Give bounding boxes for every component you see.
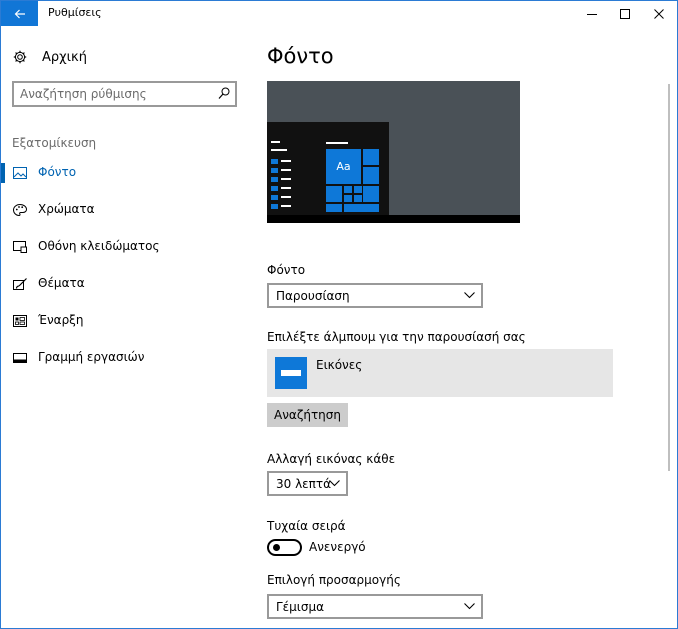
section-label: Εξατομίκευση bbox=[12, 136, 97, 150]
interval-dropdown[interactable]: 30 λεπτά bbox=[267, 471, 348, 496]
preview-menu-line bbox=[281, 178, 291, 180]
preview-menu-line bbox=[271, 195, 278, 200]
preview-tile bbox=[363, 149, 379, 165]
shuffle-state-label: Ανενεργό bbox=[309, 540, 366, 554]
fit-value: Γέμισμα bbox=[276, 600, 325, 614]
sidebar-item-label: Θέματα bbox=[38, 276, 85, 290]
toggle-knob bbox=[273, 544, 280, 551]
sidebar-item-lock-screen[interactable]: Οθόνη κλειδώματος bbox=[1, 230, 246, 264]
preview-menu-line bbox=[281, 205, 291, 207]
preview-menu-line bbox=[271, 141, 280, 143]
preview-menu-line bbox=[271, 168, 278, 173]
sidebar-item-label: Χρώματα bbox=[38, 202, 95, 216]
preview-menu-line bbox=[281, 160, 291, 162]
home-link[interactable]: Αρχική bbox=[13, 47, 87, 67]
lock-screen-icon bbox=[13, 241, 27, 253]
album-label: Επιλέξτε άλμπουμ για την παρουσίασή σας bbox=[267, 330, 526, 344]
sidebar-item-label: Γραμμή εργασιών bbox=[38, 350, 145, 364]
home-label: Αρχική bbox=[42, 49, 87, 65]
folder-icon bbox=[275, 357, 307, 389]
background-dropdown[interactable]: Παρουσίαση bbox=[267, 283, 483, 308]
chevron-down-icon bbox=[464, 292, 475, 299]
taskbar-icon bbox=[13, 353, 27, 363]
preview-tile bbox=[344, 204, 379, 212]
sidebar-item-themes[interactable]: Θέματα bbox=[1, 267, 246, 301]
search-box[interactable] bbox=[12, 81, 237, 107]
preview-tile bbox=[326, 186, 342, 202]
title-bar: Ρυθμίσεις bbox=[1, 1, 677, 26]
fit-label: Επιλογή προσαρμογής bbox=[267, 573, 401, 587]
maximize-button[interactable] bbox=[608, 1, 641, 26]
album-item[interactable]: Εικόνες bbox=[267, 349, 613, 397]
scrollbar[interactable] bbox=[668, 84, 670, 471]
chevron-down-icon bbox=[464, 603, 475, 610]
shuffle-label: Τυχαία σειρά bbox=[267, 519, 346, 533]
interval-value: 30 λεπτά bbox=[276, 477, 332, 491]
minimize-button[interactable] bbox=[575, 1, 608, 26]
palette-icon bbox=[13, 204, 27, 216]
preview-tile bbox=[326, 204, 342, 212]
picture-icon bbox=[13, 167, 27, 179]
sidebar-item-label: Οθόνη κλειδώματος bbox=[38, 239, 160, 253]
page-title: Φόντο bbox=[267, 44, 334, 68]
sidebar-item-start[interactable]: Έναρξη bbox=[1, 304, 246, 338]
sidebar-item-colors[interactable]: Χρώματα bbox=[1, 193, 246, 227]
interval-label: Αλλαγή εικόνας κάθε bbox=[267, 452, 396, 466]
preview-menu-line bbox=[271, 149, 287, 151]
main-content: Φόντο Aa Φόντο Παρουσίαση Επιλέξτε άλμπο… bbox=[246, 26, 666, 628]
background-preview: Aa bbox=[267, 81, 520, 223]
preview-tile bbox=[354, 195, 362, 202]
preview-tile bbox=[363, 186, 379, 202]
minimize-icon bbox=[586, 13, 597, 15]
preview-tile bbox=[354, 186, 362, 193]
window-title: Ρυθμίσεις bbox=[48, 6, 102, 19]
preview-tile bbox=[363, 167, 379, 184]
start-tiles-icon bbox=[13, 315, 27, 327]
chevron-down-icon bbox=[329, 480, 340, 487]
search-icon[interactable] bbox=[218, 87, 230, 100]
sidebar-item-background[interactable]: Φόντο bbox=[1, 156, 246, 190]
shuffle-toggle[interactable] bbox=[267, 539, 302, 556]
close-button[interactable] bbox=[642, 1, 675, 26]
album-name: Εικόνες bbox=[316, 358, 363, 372]
gear-icon bbox=[13, 50, 27, 64]
brush-icon bbox=[13, 278, 27, 290]
preview-tile-aa: Aa bbox=[326, 149, 361, 184]
close-icon bbox=[653, 8, 664, 19]
preview-tile bbox=[344, 186, 352, 193]
fit-dropdown[interactable]: Γέμισμα bbox=[267, 594, 483, 619]
preview-menu-line bbox=[271, 159, 278, 164]
search-input[interactable] bbox=[20, 86, 210, 102]
preview-menu-line bbox=[271, 186, 278, 191]
preview-menu-line bbox=[281, 187, 291, 189]
sidebar-item-label: Έναρξη bbox=[38, 313, 84, 327]
active-indicator bbox=[1, 163, 5, 183]
sidebar-item-taskbar[interactable]: Γραμμή εργασιών bbox=[1, 341, 246, 375]
preview-menu-line bbox=[271, 204, 278, 209]
back-button[interactable] bbox=[1, 1, 38, 26]
preview-menu-line bbox=[326, 142, 348, 144]
maximize-icon bbox=[619, 8, 630, 19]
background-label: Φόντο bbox=[267, 263, 306, 277]
preview-taskbar bbox=[267, 215, 520, 223]
preview-menu-line bbox=[281, 169, 291, 171]
preview-menu-line bbox=[271, 177, 278, 182]
sidebar-item-label: Φόντο bbox=[38, 165, 77, 179]
back-arrow-icon bbox=[14, 9, 25, 18]
browse-button[interactable]: Αναζήτηση bbox=[267, 403, 348, 427]
preview-tile bbox=[344, 195, 352, 202]
settings-window: Ρυθμίσεις Αρχική Εξατομίκευ bbox=[0, 0, 678, 629]
preview-menu-line bbox=[281, 196, 291, 198]
background-value: Παρουσίαση bbox=[276, 289, 350, 303]
sidebar: Αρχική Εξατομίκευση Φόντο Χρώματα bbox=[1, 26, 246, 628]
